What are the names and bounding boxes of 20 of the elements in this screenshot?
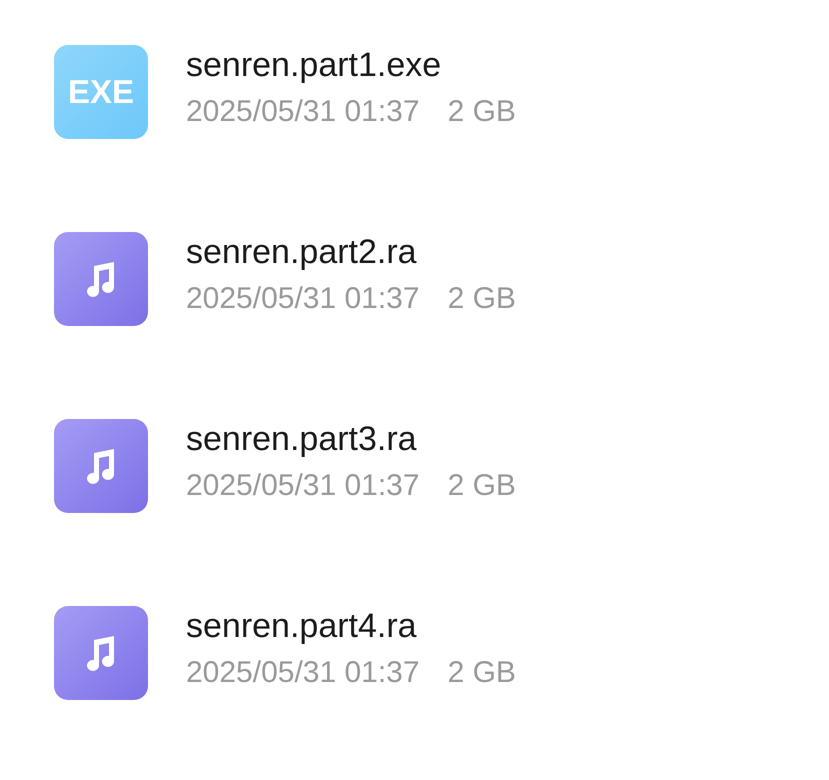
music-note-icon	[54, 606, 148, 700]
file-size: 2 GB	[448, 656, 516, 690]
file-row[interactable]: senren.part4.ra 2025/05/31 01:37 2 GB	[54, 606, 829, 700]
file-date: 2025/05/31 01:37	[186, 94, 420, 128]
file-date: 2025/05/31 01:37	[186, 656, 420, 690]
music-note-icon	[54, 419, 148, 513]
file-name: senren.part2.ra	[186, 232, 418, 272]
file-size: 2 GB	[448, 282, 516, 316]
file-row[interactable]: senren.part2.ra 2025/05/31 01:37 2 GB	[54, 232, 829, 326]
file-date: 2025/05/31 01:37	[186, 282, 420, 316]
file-name: senren.part1.exe	[186, 46, 442, 84]
music-note-icon	[54, 232, 148, 326]
file-size: 2 GB	[448, 94, 516, 128]
file-name: senren.part4.ra	[186, 606, 418, 646]
file-name: senren.part3.ra	[186, 420, 418, 458]
file-size: 2 GB	[448, 468, 516, 502]
exe-file-icon: EXE	[54, 45, 148, 139]
file-date: 2025/05/31 01:37	[186, 468, 420, 502]
file-row[interactable]: EXE senren.part1.exe 2025/05/31 01:37 2 GB	[54, 45, 829, 139]
file-row[interactable]: senren.part3.ra 2025/05/31 01:37 2 GB	[54, 419, 829, 513]
